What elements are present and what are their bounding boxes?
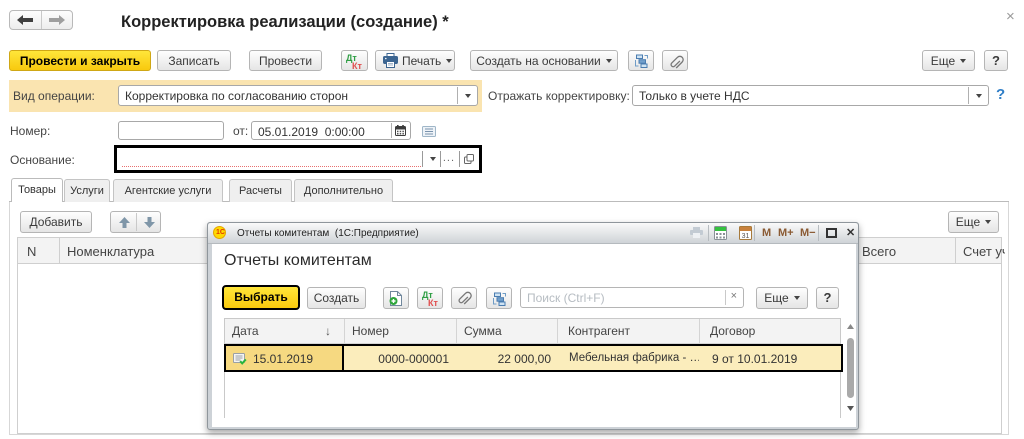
svg-text:31: 31 [742, 233, 750, 240]
